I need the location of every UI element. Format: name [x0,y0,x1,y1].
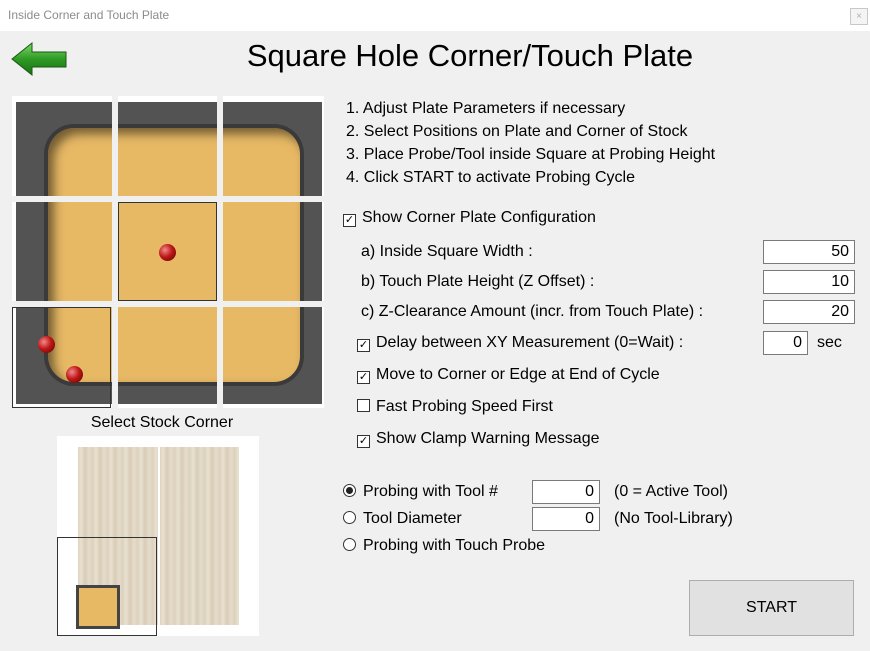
checkbox-box[interactable]: ✓ [357,371,370,384]
instruction-step: 1. Adjust Plate Parameters if necessary [346,100,626,117]
delay-field[interactable]: 0 [763,331,808,355]
stock-corner-selector [57,436,259,636]
checkbox-box[interactable] [357,399,370,412]
checkbox-label: Show Corner Plate Configuration [362,209,596,226]
radio-label: Probing with Tool # [363,483,498,500]
checkbox-box[interactable]: ✓ [357,435,370,448]
probe-ball-corner-y [66,366,83,383]
touch-plate-height-field[interactable]: 10 [763,270,855,294]
plate-cell-top-left[interactable] [12,96,112,196]
checkbox-label: Delay between XY Measurement (0=Wait) : [376,334,684,351]
plate-cell-bottom-center[interactable] [118,307,217,408]
fast-probe-checkbox[interactable]: Fast Probing Speed First [357,398,553,416]
plate-cell-middle-left[interactable] [12,202,112,301]
show-config-checkbox[interactable]: ✓ Show Corner Plate Configuration [343,209,596,227]
param-b-label: b) Touch Plate Height (Z Offset) : [361,273,595,290]
start-button[interactable]: START [689,580,854,636]
tool-diameter-field[interactable]: 0 [532,507,600,531]
tool-diameter-radio[interactable]: Tool Diameter [343,510,462,528]
radio-label: Tool Diameter [363,510,462,527]
param-a-label: a) Inside Square Width : [361,243,533,260]
radio-dot[interactable] [343,538,356,551]
checkbox-box[interactable]: ✓ [343,214,356,227]
instruction-step: 3. Place Probe/Tool inside Square at Pro… [346,146,716,163]
plate-cell-bottom-right[interactable] [223,307,324,408]
param-c-label: c) Z-Clearance Amount (incr. from Touch … [361,303,704,320]
plate-cell-top-center[interactable] [118,96,217,196]
instructions: 1. Adjust Plate Parameters if necessary … [346,97,715,189]
checkbox-box[interactable]: ✓ [357,339,370,352]
checkbox-label: Show Clamp Warning Message [376,430,600,447]
window-title: Inside Corner and Touch Plate [8,8,170,22]
clamp-warning-checkbox[interactable]: ✓ Show Clamp Warning Message [357,430,600,448]
checkbox-label: Fast Probing Speed First [376,398,553,415]
plate-cell-middle-right[interactable] [223,202,324,301]
window-titlebar: Inside Corner and Touch Plate × [0,0,870,31]
diameter-note: (No Tool-Library) [614,510,733,527]
stock-cell-bottom-right[interactable] [158,537,259,636]
move-corner-checkbox[interactable]: ✓ Move to Corner or Edge at End of Cycle [357,366,660,384]
stock-cell-top-right[interactable] [158,436,259,536]
plate-position-grid [12,96,324,408]
delay-unit: sec [817,334,842,351]
touch-plate-marker [76,585,120,629]
tool-note: (0 = Active Tool) [614,483,728,500]
radio-dot[interactable] [343,484,356,497]
inside-square-width-field[interactable]: 50 [763,240,855,264]
page-title: Square Hole Corner/Touch Plate [246,38,694,73]
delay-checkbox[interactable]: ✓ Delay between XY Measurement (0=Wait) : [357,334,683,352]
plate-cell-bottom-left[interactable] [12,307,111,408]
instruction-step: 2. Select Positions on Plate and Corner … [346,123,688,140]
z-clearance-field[interactable]: 20 [763,300,855,324]
probe-ball-center [159,244,176,261]
checkbox-label: Move to Corner or Edge at End of Cycle [376,366,660,383]
touch-probe-radio[interactable]: Probing with Touch Probe [343,537,545,555]
radio-label: Probing with Touch Probe [363,537,546,554]
radio-dot[interactable] [343,511,356,524]
back-arrow-icon[interactable] [10,40,68,78]
stock-corner-label: Select Stock Corner [90,414,234,431]
stock-cell-top-left[interactable] [57,436,157,536]
probe-ball-corner-x [38,336,55,353]
instruction-step: 4. Click START to activate Probing Cycle [346,169,635,186]
tool-number-field[interactable]: 0 [532,480,600,504]
close-icon[interactable]: × [850,8,868,25]
probing-tool-radio[interactable]: Probing with Tool # [343,483,498,501]
plate-cell-top-right[interactable] [223,96,324,196]
